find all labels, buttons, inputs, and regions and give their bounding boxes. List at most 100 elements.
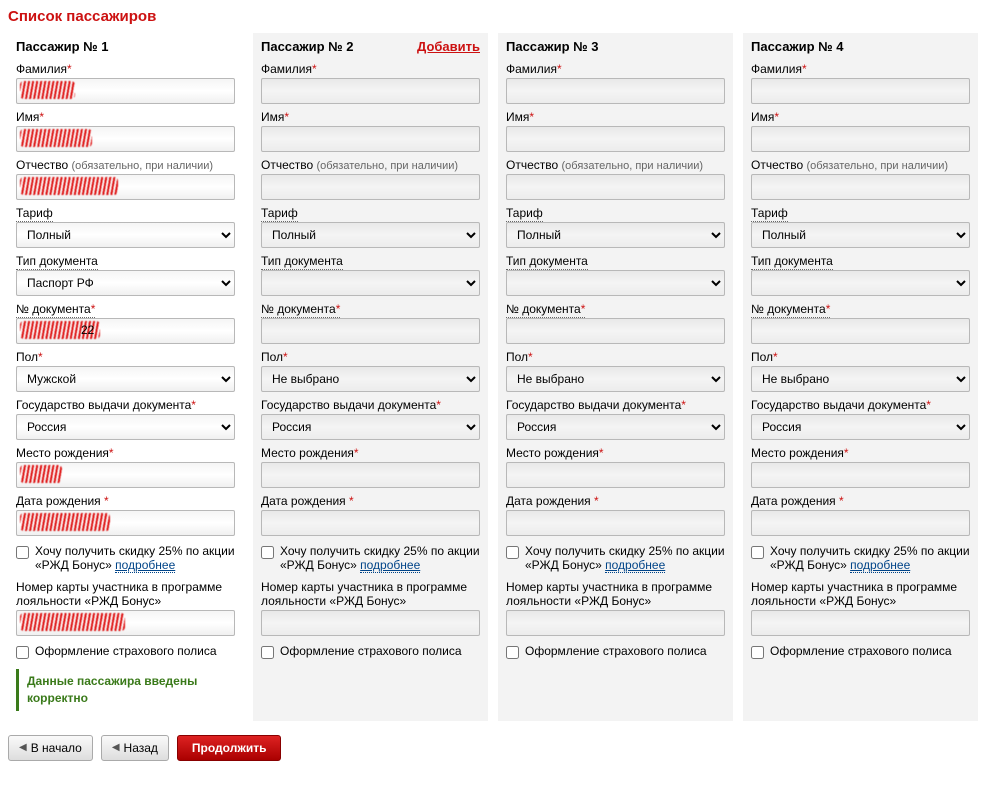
label-surname: Фамилия: [261, 62, 480, 76]
docno-input[interactable]: [16, 318, 235, 344]
patronymic-input[interactable]: [506, 174, 725, 200]
docno-input[interactable]: [261, 318, 480, 344]
birthdate-input[interactable]: [506, 510, 725, 536]
patronymic-input[interactable]: [261, 174, 480, 200]
label-sex: Пол: [261, 350, 480, 364]
bonus-input[interactable]: [506, 610, 725, 636]
discount-more-link[interactable]: подробнее: [360, 558, 420, 573]
bonus-input[interactable]: [261, 610, 480, 636]
sex-select[interactable]: Не выбрано: [751, 366, 970, 392]
surname-input[interactable]: [751, 78, 970, 104]
label-name: Имя: [751, 110, 970, 124]
bonus-input[interactable]: [16, 610, 235, 636]
nav-back-button[interactable]: ◀Назад: [101, 735, 169, 761]
discount-more-link[interactable]: подробнее: [115, 558, 175, 573]
passenger-col-2: Пассажир № 2 Добавить Фамилия Имя Отчест…: [253, 33, 488, 721]
label-bonus: Номер карты участника в программе лояльн…: [16, 580, 235, 608]
surname-input[interactable]: [506, 78, 725, 104]
insurance-checkbox[interactable]: [506, 646, 519, 659]
birthplace-input[interactable]: [751, 462, 970, 488]
discount-more-link[interactable]: подробнее: [605, 558, 665, 573]
label-bonus: Номер карты участника в программе лояльн…: [261, 580, 480, 608]
passenger-col-4: Пассажир № 4 Фамилия Имя Отчество (обяза…: [743, 33, 978, 721]
label-bonus: Номер карты участника в программе лояльн…: [751, 580, 970, 608]
name-input[interactable]: [506, 126, 725, 152]
label-patronymic: Отчество (обязательно, при наличии): [751, 158, 970, 172]
label-sex: Пол: [506, 350, 725, 364]
doctype-select[interactable]: [261, 270, 480, 296]
label-country: Государство выдачи документа: [751, 398, 970, 412]
discount-checkbox[interactable]: [751, 546, 764, 559]
label-docno: № документа: [751, 302, 970, 316]
label-tariff: Тариф: [751, 206, 970, 220]
country-select[interactable]: Россия: [261, 414, 480, 440]
label-sex: Пол: [751, 350, 970, 364]
patronymic-input[interactable]: [16, 174, 235, 200]
label-birthdate: Дата рождения: [261, 494, 480, 508]
docno-input[interactable]: [506, 318, 725, 344]
birthplace-input[interactable]: [16, 462, 235, 488]
sex-select[interactable]: Не выбрано: [261, 366, 480, 392]
nav-continue-button[interactable]: Продолжить: [177, 735, 282, 761]
patronymic-input[interactable]: [751, 174, 970, 200]
nav-row: ◀В начало ◀Назад Продолжить: [8, 735, 978, 761]
surname-input[interactable]: [261, 78, 480, 104]
name-input[interactable]: [16, 126, 235, 152]
label-sex: Пол: [16, 350, 235, 364]
label-name: Имя: [261, 110, 480, 124]
passenger-title: Пассажир № 3: [506, 39, 599, 54]
label-doctype: Тип документа: [506, 254, 725, 268]
country-select[interactable]: Россия: [506, 414, 725, 440]
label-country: Государство выдачи документа: [16, 398, 235, 412]
tariff-select[interactable]: Полный: [261, 222, 480, 248]
label-surname: Фамилия: [506, 62, 725, 76]
passenger-col-1: Пассажир № 1 Фамилия Имя Отчество (обяза…: [8, 33, 243, 721]
doctype-select[interactable]: [751, 270, 970, 296]
insurance-checkbox[interactable]: [261, 646, 274, 659]
country-select[interactable]: Россия: [751, 414, 970, 440]
discount-more-link[interactable]: подробнее: [850, 558, 910, 573]
insurance-checkbox[interactable]: [751, 646, 764, 659]
birthplace-input[interactable]: [261, 462, 480, 488]
label-doctype: Тип документа: [261, 254, 480, 268]
passenger-col-3: Пассажир № 3 Фамилия Имя Отчество (обяза…: [498, 33, 733, 721]
doctype-select[interactable]: Паспорт РФ: [16, 270, 235, 296]
label-birthplace: Место рождения: [506, 446, 725, 460]
country-select[interactable]: Россия: [16, 414, 235, 440]
label-docno: № документа: [506, 302, 725, 316]
birthdate-input[interactable]: [261, 510, 480, 536]
tariff-select[interactable]: Полный: [16, 222, 235, 248]
surname-input[interactable]: [16, 78, 235, 104]
doctype-select[interactable]: [506, 270, 725, 296]
label-surname: Фамилия: [751, 62, 970, 76]
label-birthplace: Место рождения: [751, 446, 970, 460]
name-input[interactable]: [751, 126, 970, 152]
discount-checkbox[interactable]: [261, 546, 274, 559]
tariff-select[interactable]: Полный: [751, 222, 970, 248]
chevron-left-icon: ◀: [19, 742, 27, 753]
discount-checkbox[interactable]: [16, 546, 29, 559]
nav-start-button[interactable]: ◀В начало: [8, 735, 93, 761]
name-input[interactable]: [261, 126, 480, 152]
passenger-title: Пассажир № 1: [16, 39, 109, 54]
add-passenger-link[interactable]: Добавить: [417, 39, 480, 54]
bonus-input[interactable]: [751, 610, 970, 636]
label-name: Имя: [16, 110, 235, 124]
label-tariff: Тариф: [506, 206, 725, 220]
sex-select[interactable]: Не выбрано: [506, 366, 725, 392]
sex-select[interactable]: Мужской: [16, 366, 235, 392]
label-birthplace: Место рождения: [16, 446, 235, 460]
birthdate-input[interactable]: [16, 510, 235, 536]
tariff-select[interactable]: Полный: [506, 222, 725, 248]
birthplace-input[interactable]: [506, 462, 725, 488]
label-patronymic: Отчество (обязательно, при наличии): [261, 158, 480, 172]
label-birthdate: Дата рождения: [16, 494, 235, 508]
birthdate-input[interactable]: [751, 510, 970, 536]
discount-checkbox[interactable]: [506, 546, 519, 559]
insurance-row: Оформление страхового полиса: [16, 644, 235, 659]
passenger-title: Пассажир № 2: [261, 39, 354, 54]
label-patronymic: Отчество (обязательно, при наличии): [506, 158, 725, 172]
docno-input[interactable]: [751, 318, 970, 344]
label-birthdate: Дата рождения: [751, 494, 970, 508]
insurance-checkbox[interactable]: [16, 646, 29, 659]
